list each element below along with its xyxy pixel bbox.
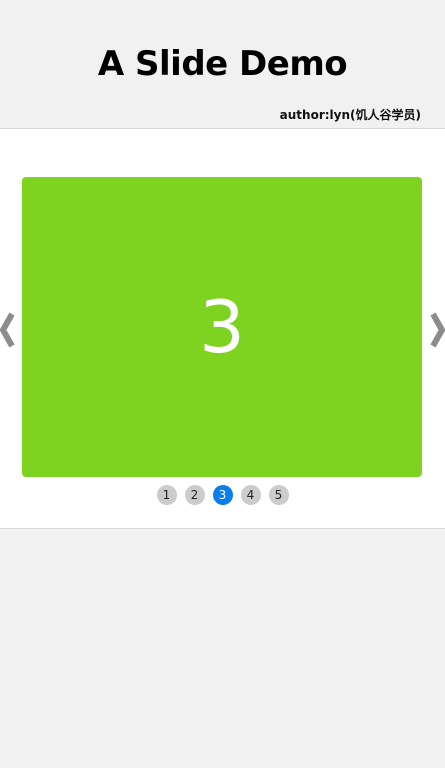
slide-dot-4[interactable]: 4 [240,485,261,505]
prev-slide-button[interactable] [0,311,16,349]
slide-dot-2[interactable]: 2 [184,485,205,505]
author-credit: author:lyn(饥人谷学员) [279,108,421,122]
slide-dot-3[interactable]: 3 [212,485,233,505]
slide-indicators: 1 2 3 4 5 [0,485,445,505]
page-title: A Slide Demo [97,44,348,84]
slide-dot-5[interactable]: 5 [268,485,289,505]
current-slide: 3 [22,177,422,477]
chevron-left-icon [0,312,15,348]
next-slide-button[interactable] [429,311,445,349]
page-header: A Slide Demo author:lyn(饥人谷学员) [0,0,445,128]
chevron-right-icon [430,312,445,348]
slide-dot-1[interactable]: 1 [156,485,177,505]
carousel: 3 1 2 3 4 5 [0,128,445,529]
slide-number: 3 [199,285,245,369]
